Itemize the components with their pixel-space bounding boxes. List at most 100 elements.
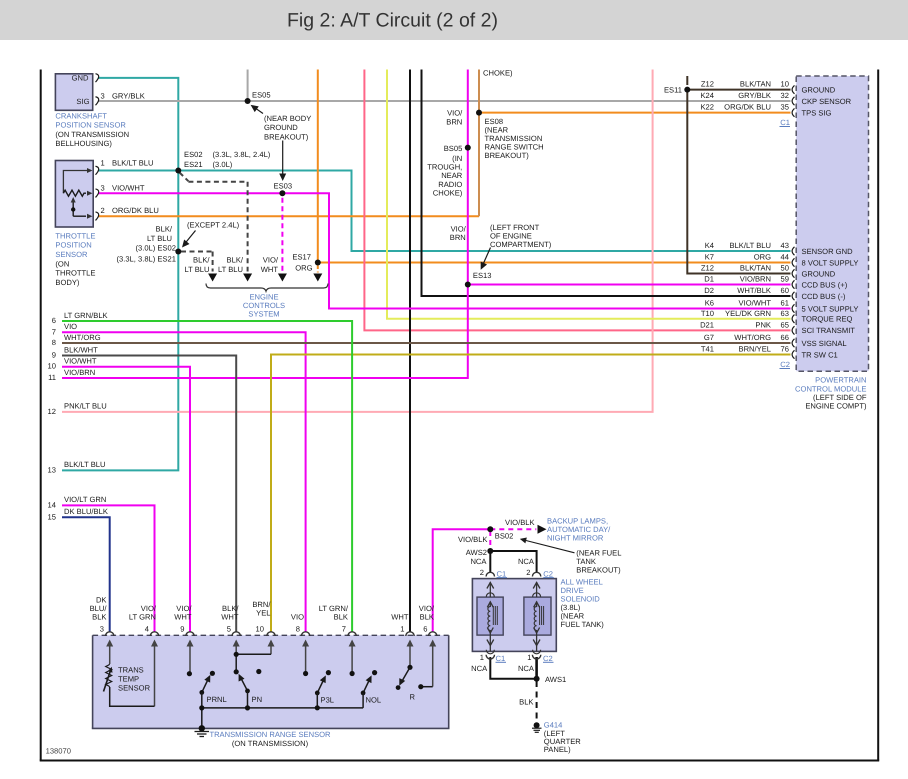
svg-text:GRY/BLK: GRY/BLK: [112, 91, 145, 100]
svg-text:T10: T10: [701, 309, 714, 318]
svg-text:BRN: BRN: [446, 117, 462, 126]
svg-text:9: 9: [52, 351, 56, 360]
svg-text:BLK/LT BLU: BLK/LT BLU: [112, 158, 154, 167]
svg-text:D2: D2: [704, 286, 714, 295]
svg-text:ORG/DK BLU: ORG/DK BLU: [724, 103, 771, 112]
svg-text:NCA: NCA: [518, 664, 535, 673]
svg-text:C1: C1: [780, 118, 790, 127]
svg-text:PNK/LT BLU: PNK/LT BLU: [64, 402, 107, 411]
svg-text:YEL: YEL: [256, 609, 270, 618]
svg-text:NOL: NOL: [366, 695, 382, 704]
svg-text:BLK/: BLK/: [193, 256, 210, 265]
svg-text:VIO/: VIO/: [447, 109, 463, 118]
svg-text:C2: C2: [780, 360, 790, 369]
svg-text:BLK/WHT: BLK/WHT: [64, 345, 98, 354]
svg-text:WHT/BLK: WHT/BLK: [737, 286, 771, 295]
svg-text:(ON: (ON: [55, 259, 69, 268]
svg-text:D1: D1: [704, 275, 714, 284]
svg-text:10: 10: [48, 362, 56, 371]
svg-text:VIO/WHT: VIO/WHT: [64, 357, 97, 366]
svg-text:6: 6: [52, 316, 56, 325]
svg-text:(3.0L) ES02: (3.0L) ES02: [135, 244, 176, 253]
svg-text:T41: T41: [701, 345, 714, 354]
svg-text:3: 3: [101, 91, 105, 100]
svg-text:R: R: [410, 692, 416, 701]
svg-text:VIO/: VIO/: [451, 224, 467, 233]
svg-text:ENGINE COMPT): ENGINE COMPT): [805, 402, 867, 411]
svg-text:Z12: Z12: [701, 264, 714, 273]
svg-text:50: 50: [781, 264, 789, 273]
svg-text:GND: GND: [72, 74, 89, 83]
svg-text:(3.3L, 3.8L) ES21: (3.3L, 3.8L) ES21: [116, 255, 176, 264]
svg-text:NIGHT MIRROR: NIGHT MIRROR: [547, 533, 604, 542]
svg-text:9: 9: [180, 625, 184, 634]
svg-text:BS02: BS02: [495, 532, 514, 541]
svg-text:SENSOR: SENSOR: [55, 250, 88, 259]
svg-text:PN: PN: [252, 695, 263, 704]
svg-text:BLK/LT BLU: BLK/LT BLU: [64, 460, 106, 469]
svg-text:CHOKE): CHOKE): [433, 188, 463, 197]
svg-text:BLK/: BLK/: [156, 225, 173, 234]
svg-text:NCA: NCA: [470, 557, 487, 566]
svg-text:BREAKOUT): BREAKOUT): [264, 132, 309, 141]
svg-text:SCI TRANSMIT: SCI TRANSMIT: [802, 326, 856, 335]
svg-text:SENSOR: SENSOR: [118, 684, 151, 693]
svg-text:(ON TRANSMISSION): (ON TRANSMISSION): [232, 739, 309, 748]
svg-text:1: 1: [400, 625, 404, 634]
svg-text:12: 12: [48, 407, 56, 416]
svg-text:YEL/DK GRN: YEL/DK GRN: [725, 309, 771, 318]
svg-text:LT BLU: LT BLU: [218, 265, 243, 274]
svg-text:BREAKOUT): BREAKOUT): [485, 151, 530, 160]
svg-text:NCA: NCA: [471, 664, 488, 673]
svg-text:5 VOLT SUPPLY: 5 VOLT SUPPLY: [802, 304, 859, 313]
svg-text:WHT: WHT: [221, 613, 239, 622]
svg-text:VIO/BLK: VIO/BLK: [505, 518, 535, 527]
svg-text:THROTTLE: THROTTLE: [55, 269, 95, 278]
svg-text:BLK: BLK: [334, 613, 348, 622]
svg-text:2: 2: [101, 206, 105, 215]
svg-text:8 VOLT SUPPLY: 8 VOLT SUPPLY: [802, 258, 859, 267]
svg-text:K22: K22: [700, 103, 714, 112]
svg-text:8: 8: [296, 625, 300, 634]
svg-text:(EXCEPT 2.4L): (EXCEPT 2.4L): [187, 221, 240, 230]
svg-text:K24: K24: [700, 91, 714, 100]
svg-text:15: 15: [48, 512, 56, 521]
svg-text:C1: C1: [496, 654, 506, 663]
svg-text:BLK: BLK: [92, 613, 106, 622]
svg-text:PRNL: PRNL: [207, 695, 227, 704]
svg-text:(ON TRANSMISSION: (ON TRANSMISSION: [55, 130, 129, 139]
svg-text:D21: D21: [700, 320, 714, 329]
svg-text:C1: C1: [497, 569, 507, 578]
svg-text:AWS1: AWS1: [545, 675, 566, 684]
svg-text:VIO/: VIO/: [263, 256, 279, 265]
svg-text:TPS SIG: TPS SIG: [802, 108, 832, 117]
svg-text:LT BLU: LT BLU: [147, 234, 172, 243]
svg-text:7: 7: [342, 625, 346, 634]
svg-text:BLK/TAN: BLK/TAN: [740, 80, 771, 89]
svg-text:BREAKOUT): BREAKOUT): [576, 565, 621, 574]
svg-text:GROUND: GROUND: [264, 123, 298, 132]
svg-text:60: 60: [781, 286, 789, 295]
svg-text:WHT/ORG: WHT/ORG: [64, 333, 101, 342]
svg-text:AWS2: AWS2: [466, 548, 487, 557]
svg-text:TORQUE REQ: TORQUE REQ: [802, 315, 853, 324]
svg-text:2: 2: [480, 568, 484, 577]
svg-text:(3.3L, 3.8L, 2.4L): (3.3L, 3.8L, 2.4L): [213, 150, 271, 159]
svg-text:1: 1: [101, 158, 105, 167]
svg-text:SENSOR GND: SENSOR GND: [802, 247, 854, 256]
svg-text:BS05: BS05: [444, 144, 463, 153]
svg-text:7: 7: [52, 327, 56, 336]
svg-text:10: 10: [781, 80, 789, 89]
svg-text:ES13: ES13: [473, 271, 492, 280]
svg-text:C2: C2: [543, 654, 553, 663]
svg-text:BLK: BLK: [420, 613, 434, 622]
svg-text:CCD BUS (-): CCD BUS (-): [802, 292, 846, 301]
svg-text:POSITION: POSITION: [55, 241, 91, 250]
svg-text:VSS SIGNAL: VSS SIGNAL: [802, 339, 847, 348]
svg-text:8: 8: [52, 338, 56, 347]
svg-text:BELLHOUSING): BELLHOUSING): [55, 139, 112, 148]
svg-text:ES05: ES05: [252, 91, 271, 100]
svg-text:VIO: VIO: [64, 322, 77, 331]
svg-text:BRN/YEL: BRN/YEL: [739, 345, 772, 354]
svg-text:DK BLU/BLK: DK BLU/BLK: [64, 507, 108, 516]
